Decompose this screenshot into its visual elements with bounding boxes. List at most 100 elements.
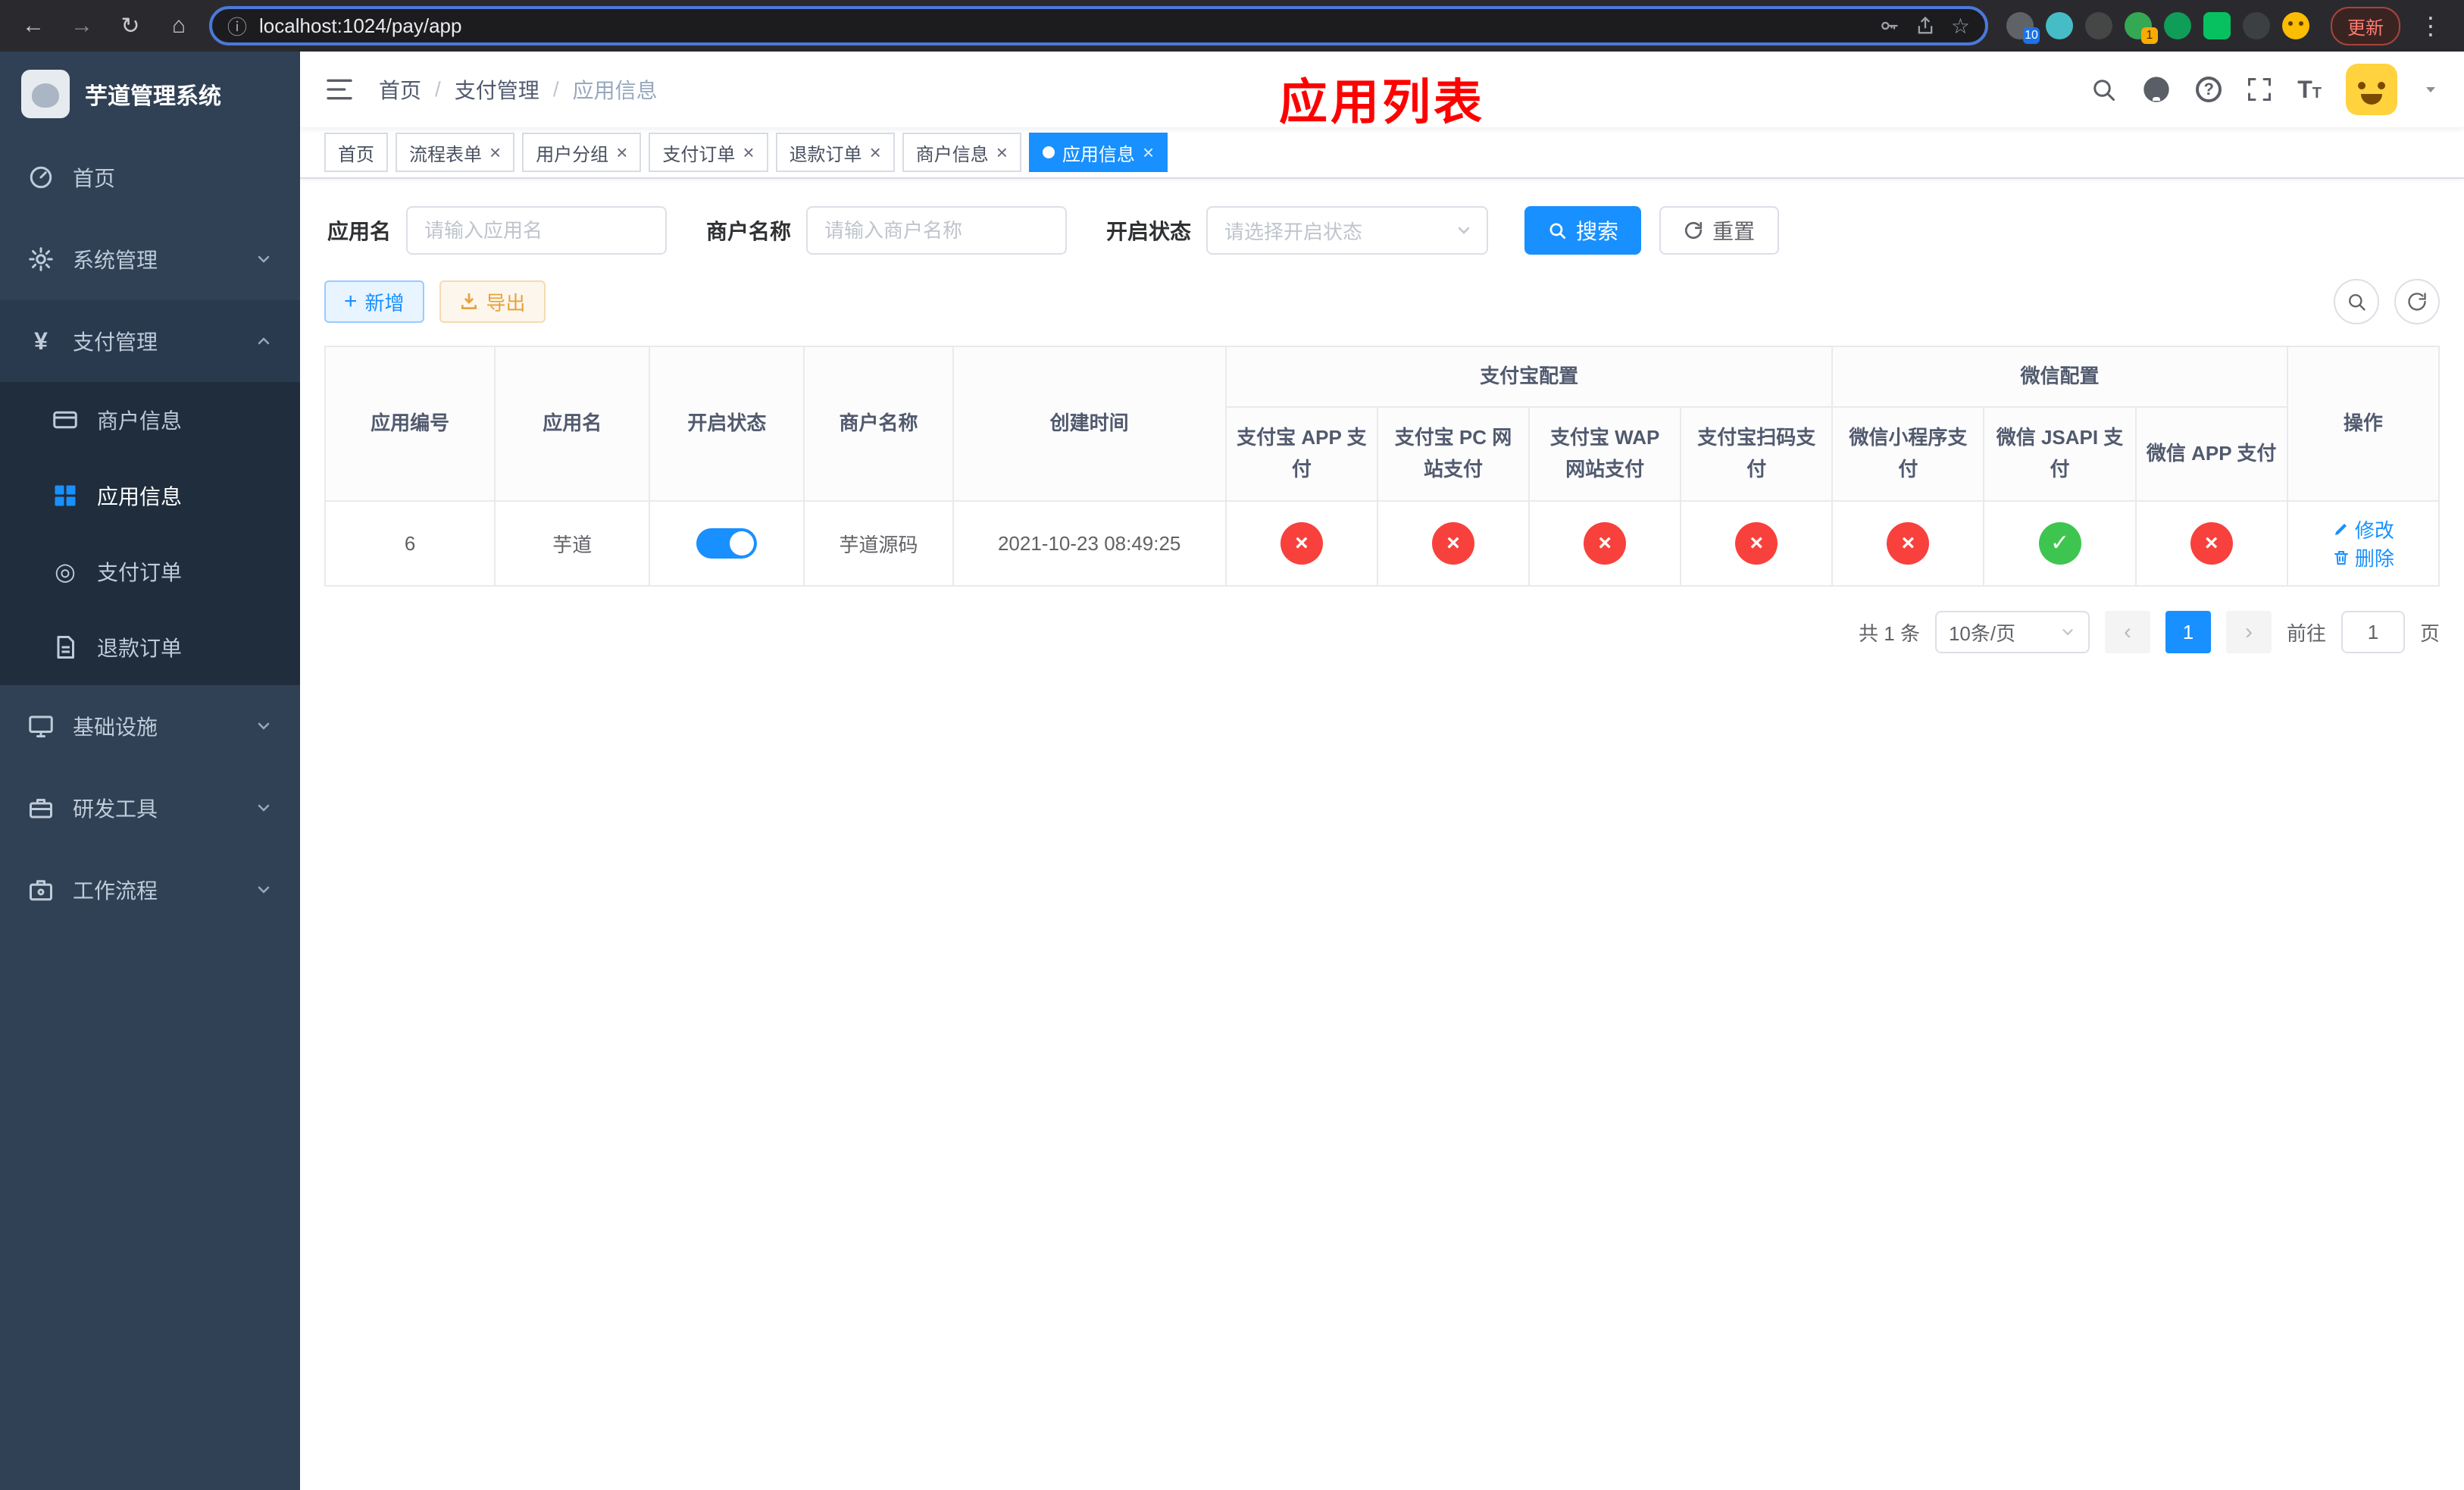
col-alipay-pc: 支付宝 PC 网站支付 xyxy=(1376,406,1531,502)
wx-app-status-icon: × xyxy=(2190,522,2233,565)
sidebar-item-app-info[interactable]: 应用信息 xyxy=(0,458,300,534)
col-app-id: 应用编号 xyxy=(324,346,496,502)
breadcrumb-home[interactable]: 首页 xyxy=(379,74,421,105)
status-select[interactable]: 请选择开启状态 xyxy=(1206,206,1489,255)
chevron-down-icon xyxy=(2062,629,2073,636)
monitor-icon xyxy=(29,715,53,737)
extension-icon[interactable] xyxy=(2085,12,2112,39)
export-button[interactable]: 导出 xyxy=(439,280,546,323)
breadcrumb-current: 应用信息 xyxy=(572,79,658,102)
gear-icon xyxy=(29,247,53,271)
merchant-name-input[interactable] xyxy=(806,206,1068,255)
refresh-table-button[interactable] xyxy=(2394,279,2440,324)
sidebar-item-pay-order[interactable]: ◎ 支付订单 xyxy=(0,534,300,609)
address-bar[interactable]: ⓘ localhost:1024/pay/app ☆ xyxy=(209,6,1988,45)
reload-icon[interactable]: ↻ xyxy=(112,8,149,44)
app-name-input[interactable] xyxy=(406,206,668,255)
extension-icon[interactable]: 10 xyxy=(2006,12,2040,44)
status-toggle[interactable] xyxy=(696,528,758,559)
help-icon[interactable]: ? xyxy=(2196,77,2222,102)
tab-user-group[interactable]: 用户分组 × xyxy=(522,133,642,172)
col-alipay-wap: 支付宝 WAP 网站支付 xyxy=(1528,406,1682,502)
emoji-extension-icon[interactable] xyxy=(2282,12,2309,39)
sidebar-item-label: 工作流程 xyxy=(73,879,158,903)
browser-update-button[interactable]: 更新 xyxy=(2331,6,2400,45)
edit-link[interactable]: 修改 xyxy=(2332,515,2394,543)
grid-icon xyxy=(55,485,76,506)
close-icon[interactable]: × xyxy=(996,142,1008,162)
user-avatar[interactable] xyxy=(2346,64,2397,115)
next-page-button[interactable]: › xyxy=(2225,611,2272,653)
tags-view: 首页 流程表单 × 用户分组 × 支付订单 × 退款订单 × 商户信息 × 应用信息 × xyxy=(300,127,2464,179)
extension-icon[interactable] xyxy=(2164,12,2191,39)
github-icon[interactable] xyxy=(2141,74,2172,105)
search-button[interactable]: 搜索 xyxy=(1524,206,1642,255)
sidebar-item-payment[interactable]: ¥ 支付管理 xyxy=(0,300,300,382)
page-title-annotation: 应用列表 xyxy=(1279,75,1485,130)
sidebar-toggle-icon[interactable] xyxy=(324,74,355,105)
extension-icon[interactable] xyxy=(2046,12,2073,39)
extension-icon[interactable]: 1 xyxy=(2125,12,2158,44)
share-icon[interactable] xyxy=(1915,15,1936,36)
sidebar-item-devtools[interactable]: 研发工具 xyxy=(0,767,300,849)
page-size-select[interactable]: 10条/页 xyxy=(1934,611,2090,653)
goto-page-input[interactable] xyxy=(2340,611,2405,653)
home-icon[interactable]: ⌂ xyxy=(161,8,197,44)
page-number-button[interactable]: 1 xyxy=(2165,611,2211,653)
app-name-label: 应用名 xyxy=(327,220,392,243)
sidebar-item-merchant-info[interactable]: 商户信息 xyxy=(0,382,300,458)
breadcrumb-separator: / xyxy=(435,77,441,101)
extension-icon[interactable] xyxy=(2243,12,2270,39)
delete-link[interactable]: 删除 xyxy=(2332,543,2394,571)
sidebar-item-workflow[interactable]: 工作流程 xyxy=(0,849,300,931)
sidebar-item-infrastructure[interactable]: 基础设施 xyxy=(0,685,300,767)
caret-down-icon[interactable] xyxy=(2422,80,2440,99)
col-group-wechat: 微信配置 xyxy=(1831,346,2288,408)
browser-menu-icon[interactable]: ⋮ xyxy=(2412,11,2449,40)
chevron-up-icon xyxy=(258,337,270,345)
document-icon xyxy=(57,636,74,659)
app-logo[interactable]: 芋道管理系统 xyxy=(0,52,300,136)
tab-process-form[interactable]: 流程表单 × xyxy=(396,133,515,172)
reset-button[interactable]: 重置 xyxy=(1659,206,1780,255)
close-icon[interactable]: × xyxy=(743,142,754,162)
chevron-down-icon xyxy=(258,886,270,894)
extension-icon[interactable] xyxy=(2203,12,2231,39)
cell-app-name: 芋道 xyxy=(494,500,651,587)
trash-icon xyxy=(2334,550,2348,565)
tab-home[interactable]: 首页 xyxy=(324,133,388,172)
table-toolbar: + 新增 导出 xyxy=(300,255,2464,324)
add-button[interactable]: + 新增 xyxy=(324,280,424,323)
bookmark-star-icon[interactable]: ☆ xyxy=(1951,14,1970,39)
tab-refund-order[interactable]: 退款订单 × xyxy=(775,133,895,172)
tab-pay-order[interactable]: 支付订单 × xyxy=(649,133,768,172)
col-wx-mini: 微信小程序支付 xyxy=(1831,406,1985,502)
breadcrumb-payment[interactable]: 支付管理 xyxy=(455,74,539,105)
tab-app-info[interactable]: 应用信息 × xyxy=(1028,133,1168,172)
close-icon[interactable]: × xyxy=(870,142,881,162)
password-key-icon[interactable] xyxy=(1878,15,1900,36)
close-icon[interactable]: × xyxy=(1143,142,1154,162)
breadcrumb: 首页 / 支付管理 / 应用信息 xyxy=(379,74,658,105)
forward-icon[interactable]: → xyxy=(64,8,100,44)
alipay-app-status-icon: × xyxy=(1280,522,1323,565)
col-merchant: 商户名称 xyxy=(803,346,954,502)
back-icon[interactable]: ← xyxy=(15,8,52,44)
site-info-icon[interactable]: ⓘ xyxy=(227,12,247,40)
close-icon[interactable]: × xyxy=(616,142,627,162)
font-size-icon[interactable]: TT xyxy=(2297,76,2322,104)
alipay-pc-status-icon: × xyxy=(1432,522,1474,565)
sidebar-item-label: 系统管理 xyxy=(73,249,158,272)
sidebar-item-system[interactable]: 系统管理 xyxy=(0,218,300,300)
close-icon[interactable]: × xyxy=(489,142,501,162)
sidebar-item-home[interactable]: 首页 xyxy=(0,136,300,218)
prev-page-button[interactable]: ‹ xyxy=(2104,611,2150,653)
search-icon[interactable] xyxy=(2090,76,2117,103)
toggle-search-button[interactable] xyxy=(2334,279,2379,324)
sidebar-item-refund-order[interactable]: 退款订单 xyxy=(0,609,300,685)
total-count: 共 1 条 xyxy=(1859,621,1920,645)
alipay-wap-status-icon: × xyxy=(1584,522,1627,565)
status-select-placeholder: 请选择开启状态 xyxy=(1224,220,1363,243)
tab-merchant-info[interactable]: 商户信息 × xyxy=(902,133,1021,172)
fullscreen-icon[interactable] xyxy=(2246,76,2273,103)
